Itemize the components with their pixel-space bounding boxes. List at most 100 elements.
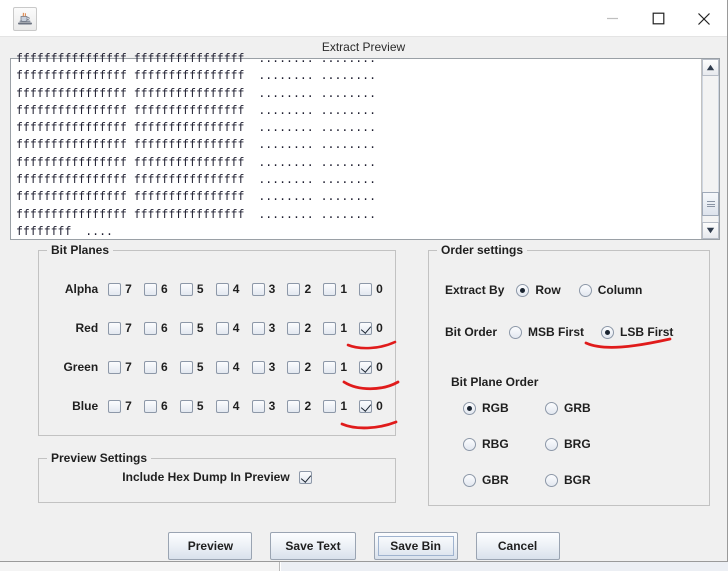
close-button[interactable] — [681, 0, 727, 37]
bit-cell-blue-1[interactable]: 1 — [323, 399, 359, 413]
scroll-down-arrow-icon[interactable] — [702, 222, 719, 239]
checkbox-green-bit0[interactable] — [359, 360, 373, 374]
radio-rbg[interactable] — [463, 437, 476, 451]
checkbox-red-bit4[interactable] — [215, 321, 229, 335]
extract-by-option-column[interactable]: Column — [578, 283, 642, 297]
bit-cell-blue-0[interactable]: 0 — [359, 399, 395, 413]
bit-plane-order-option-gbr[interactable]: GBR — [463, 473, 545, 487]
bit-cell-red-0[interactable]: 0 — [359, 321, 395, 335]
radio-lsb-first[interactable] — [601, 325, 615, 339]
radio-row[interactable] — [516, 283, 530, 297]
hex-dump-text[interactable]: ffffffffffffffff ffffffffffffffff ......… — [11, 50, 701, 239]
bit-cell-green-4[interactable]: 4 — [215, 360, 252, 374]
checkbox-blue-bit4[interactable] — [215, 399, 229, 413]
checkbox-alpha-bit5[interactable] — [179, 282, 193, 296]
bit-number-label: 7 — [125, 321, 132, 335]
bit-plane-order-option-rgb[interactable]: RGB — [463, 401, 545, 415]
bit-cell-blue-6[interactable]: 6 — [144, 399, 180, 413]
save-text-button[interactable]: Save Text — [270, 532, 356, 560]
radio-column[interactable] — [578, 283, 592, 297]
bit-cell-alpha-2[interactable]: 2 — [287, 282, 323, 296]
bit-plane-order-option-rbg[interactable]: RBG — [463, 437, 545, 451]
bit-cell-red-7[interactable]: 7 — [108, 321, 144, 335]
bit-cell-blue-4[interactable]: 4 — [215, 399, 252, 413]
checkbox-green-bit7[interactable] — [108, 360, 122, 374]
include-hex-dump-row[interactable]: Include Hex Dump In Preview — [39, 470, 395, 484]
bit-cell-blue-2[interactable]: 2 — [287, 399, 323, 413]
checkbox-green-bit2[interactable] — [287, 360, 301, 374]
save-bin-button[interactable]: Save Bin — [373, 532, 458, 560]
bit-plane-order-option-grb[interactable]: GRB — [545, 401, 627, 415]
bit-cell-red-3[interactable]: 3 — [251, 321, 288, 335]
radio-gbr[interactable] — [463, 473, 476, 487]
bit-cell-alpha-4[interactable]: 4 — [215, 282, 252, 296]
bit-plane-row-label: Red — [75, 321, 99, 335]
checkbox-green-bit5[interactable] — [179, 360, 193, 374]
bit-cell-green-1[interactable]: 1 — [323, 360, 359, 374]
bit-plane-order-option-bgr[interactable]: BGR — [545, 473, 627, 487]
bit-order-option-msb-first[interactable]: MSB First — [509, 325, 584, 339]
checkbox-alpha-bit0[interactable] — [359, 282, 373, 296]
bit-cell-red-5[interactable]: 5 — [179, 321, 216, 335]
checkbox-alpha-bit4[interactable] — [215, 282, 229, 296]
bit-cell-blue-5[interactable]: 5 — [179, 399, 216, 413]
extract-by-option-row[interactable]: Row — [516, 283, 561, 297]
bit-cell-alpha-0[interactable]: 0 — [359, 282, 395, 296]
checkbox-blue-bit7[interactable] — [108, 399, 122, 413]
bit-cell-green-7[interactable]: 7 — [108, 360, 144, 374]
preview-vertical-scrollbar[interactable] — [701, 59, 719, 239]
bit-order-option-lsb-first[interactable]: LSB First — [601, 325, 673, 339]
radio-bgr[interactable] — [545, 473, 558, 487]
checkbox-blue-bit6[interactable] — [144, 399, 158, 413]
checkbox-red-bit6[interactable] — [144, 321, 158, 335]
bit-cell-red-2[interactable]: 2 — [287, 321, 323, 335]
checkbox-red-bit0[interactable] — [359, 321, 373, 335]
radio-brg[interactable] — [545, 437, 558, 451]
bit-cell-green-5[interactable]: 5 — [179, 360, 216, 374]
bit-cell-blue-3[interactable]: 3 — [251, 399, 288, 413]
minimize-button[interactable] — [589, 0, 635, 37]
bit-cell-alpha-1[interactable]: 1 — [323, 282, 359, 296]
checkbox-red-bit1[interactable] — [323, 321, 337, 335]
bit-cell-alpha-3[interactable]: 3 — [251, 282, 288, 296]
bit-cell-blue-7[interactable]: 7 — [108, 399, 144, 413]
bit-cell-green-0[interactable]: 0 — [359, 360, 395, 374]
checkbox-green-bit3[interactable] — [251, 360, 265, 374]
bit-cell-red-4[interactable]: 4 — [215, 321, 252, 335]
bit-cell-red-1[interactable]: 1 — [323, 321, 359, 335]
checkbox-green-bit1[interactable] — [323, 360, 337, 374]
bit-cell-alpha-5[interactable]: 5 — [179, 282, 216, 296]
cancel-button[interactable]: Cancel — [475, 532, 560, 560]
checkbox-blue-bit3[interactable] — [251, 399, 265, 413]
checkbox-alpha-bit7[interactable] — [108, 282, 122, 296]
bit-cell-green-2[interactable]: 2 — [287, 360, 323, 374]
bit-cell-alpha-7[interactable]: 7 — [108, 282, 144, 296]
checkbox-blue-bit5[interactable] — [179, 399, 193, 413]
radio-grb[interactable] — [545, 401, 558, 415]
maximize-button[interactable] — [635, 0, 681, 37]
checkbox-alpha-bit3[interactable] — [251, 282, 265, 296]
checkbox-alpha-bit1[interactable] — [323, 282, 337, 296]
checkbox-blue-bit1[interactable] — [323, 399, 337, 413]
checkbox-blue-bit2[interactable] — [287, 399, 301, 413]
checkbox-red-bit7[interactable] — [108, 321, 122, 335]
radio-msb-first[interactable] — [509, 325, 523, 339]
radio-rgb[interactable] — [463, 401, 476, 415]
checkbox-green-bit4[interactable] — [215, 360, 229, 374]
checkbox-green-bit6[interactable] — [144, 360, 158, 374]
checkbox-alpha-bit2[interactable] — [287, 282, 301, 296]
include-hex-dump-checkbox[interactable] — [298, 470, 312, 484]
checkbox-blue-bit0[interactable] — [359, 399, 373, 413]
checkbox-red-bit2[interactable] — [287, 321, 301, 335]
bit-cell-green-3[interactable]: 3 — [251, 360, 288, 374]
bit-plane-order-option-brg[interactable]: BRG — [545, 437, 627, 451]
checkbox-red-bit5[interactable] — [179, 321, 193, 335]
bit-cell-green-6[interactable]: 6 — [144, 360, 180, 374]
bit-cell-alpha-6[interactable]: 6 — [144, 282, 180, 296]
checkbox-alpha-bit6[interactable] — [144, 282, 158, 296]
scrollbar-thumb[interactable] — [702, 192, 719, 216]
scroll-up-arrow-icon[interactable] — [702, 59, 719, 76]
bit-cell-red-6[interactable]: 6 — [144, 321, 180, 335]
checkbox-red-bit3[interactable] — [251, 321, 265, 335]
preview-button[interactable]: Preview — [168, 532, 253, 560]
